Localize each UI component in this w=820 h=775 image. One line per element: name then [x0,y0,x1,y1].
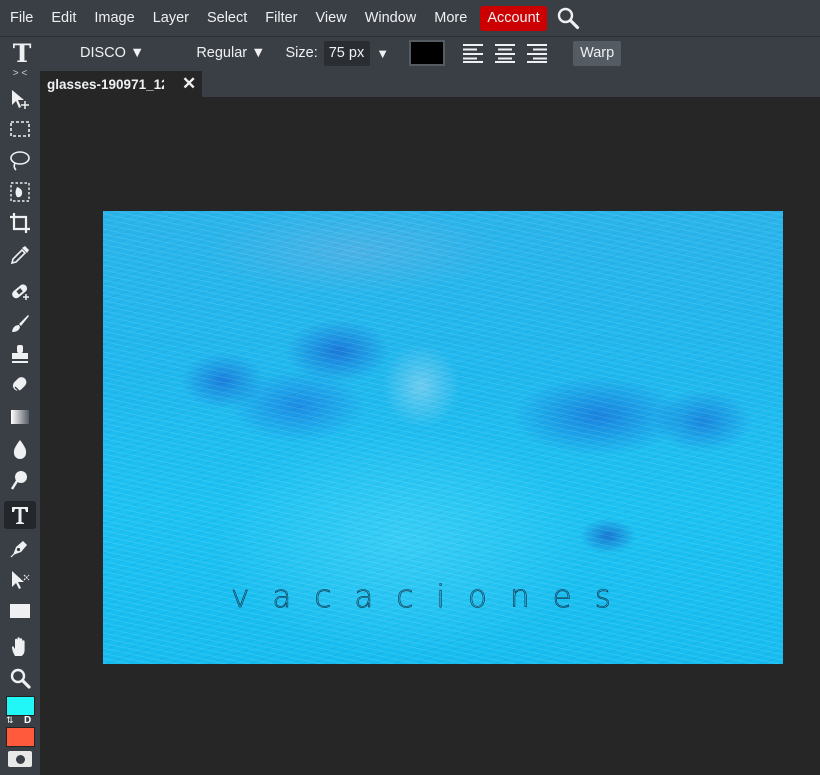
search-icon[interactable] [555,5,581,31]
pen-tool-icon[interactable] [4,534,36,562]
image-canvas[interactable]: vacaciones [103,211,783,664]
close-icon[interactable]: ✕ [182,74,196,94]
type-tool-options-icon: T [12,38,32,68]
photopea-window: File Edit Image Layer Select Filter View… [0,0,820,775]
zoom-tool-icon[interactable] [4,664,36,692]
menu-filter[interactable]: Filter [256,0,306,36]
options-bar: T DISCO ▼ Regular ▼ Size: 75 px ▼ Warp [0,36,820,69]
menu-select[interactable]: Select [198,0,256,36]
hand-tool-icon[interactable] [4,633,36,661]
blur-tool-icon[interactable] [4,435,36,463]
font-size-dropdown-arrow[interactable]: ▼ [376,46,389,61]
eraser-tool-icon[interactable] [4,371,36,399]
clone-stamp-tool-icon[interactable] [4,340,36,368]
align-center-icon[interactable] [493,41,517,65]
document-tab-bar: glasses-190971_1280 ✕ [40,69,820,97]
align-left-icon[interactable] [461,41,485,65]
lasso-tool-icon[interactable] [4,147,36,175]
font-size-input[interactable]: 75 px [323,40,371,66]
healing-brush-tool-icon[interactable] [4,277,36,305]
menu-image[interactable]: Image [85,0,143,36]
document-tab[interactable]: glasses-190971_1280 ✕ [40,71,202,97]
crop-tool-icon[interactable] [4,209,36,237]
foreground-color-swatch[interactable] [6,696,35,716]
tools-panel: > < ⇅ D [0,69,40,775]
account-button[interactable]: Account [480,5,547,31]
document-tab-title: glasses-190971_1280 [47,76,164,92]
path-select-tool-icon[interactable] [4,566,36,594]
background-color-swatch[interactable] [6,727,35,747]
menu-view[interactable]: View [307,0,356,36]
quick-select-tool-icon[interactable] [4,178,36,206]
quick-mask-icon[interactable] [8,751,32,767]
swap-colors-icon[interactable]: ⇅ [6,715,14,726]
default-colors-button[interactable]: D [24,715,31,726]
eyedropper-tool-icon[interactable] [4,241,36,269]
menu-edit[interactable]: Edit [42,0,85,36]
dodge-tool-icon[interactable] [4,466,36,494]
text-align-group [461,41,549,65]
align-right-icon[interactable] [525,41,549,65]
menu-file[interactable]: File [0,0,42,36]
rect-select-tool-icon[interactable] [4,115,36,143]
menu-bar: File Edit Image Layer Select Filter View… [0,0,820,36]
type-tool-icon[interactable] [4,501,36,529]
menu-more[interactable]: More [425,0,476,36]
brush-tool-icon[interactable] [4,309,36,337]
move-tool-icon[interactable] [4,85,36,113]
font-style-dropdown[interactable]: Regular ▼ [196,45,265,61]
canvas-text-layer[interactable]: vacaciones [231,579,634,616]
menu-window[interactable]: Window [356,0,426,36]
warp-button[interactable]: Warp [573,40,622,66]
collapse-toolbar-toggle[interactable]: > < [0,69,40,81]
gradient-tool-icon[interactable] [4,403,36,431]
size-label: Size: [285,45,318,61]
shape-tool-icon[interactable] [4,597,36,625]
font-family-dropdown[interactable]: DISCO ▼ [80,45,144,61]
menu-layer[interactable]: Layer [144,0,198,36]
text-color-swatch[interactable] [409,40,446,66]
